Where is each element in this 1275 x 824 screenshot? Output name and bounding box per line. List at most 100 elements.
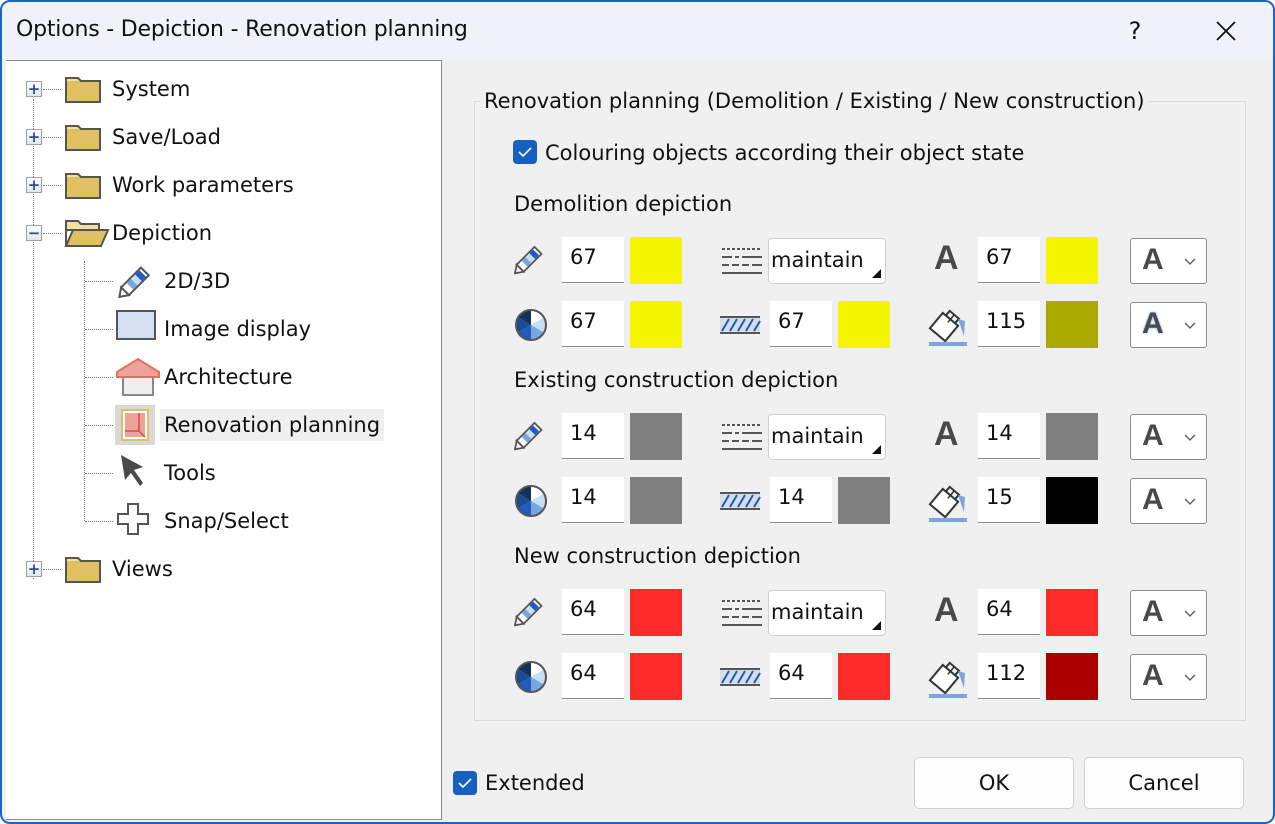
chevron-down-icon [1183, 667, 1197, 686]
cancel-button[interactable]: Cancel [1084, 757, 1244, 809]
font-style-dropdown[interactable]: A [1130, 302, 1207, 348]
font-dropdown[interactable]: A [1130, 238, 1207, 284]
tree-connector [43, 137, 61, 138]
chevron-down-icon [1184, 610, 1196, 617]
extended-checkbox-label[interactable]: Extended [485, 771, 585, 795]
fill-color-swatch[interactable] [1046, 653, 1098, 700]
font-style-dropdown[interactable]: A [1130, 654, 1207, 700]
fill-color-swatch[interactable] [1046, 477, 1098, 524]
hatch-color-swatch[interactable] [838, 477, 890, 524]
line-type-icon [720, 597, 764, 633]
hatch-icon [719, 667, 761, 691]
hatch-icon [719, 315, 761, 339]
expand-icon[interactable]: + [26, 81, 42, 97]
pen-weight-number-field[interactable]: 64 [562, 653, 624, 699]
hatch-color-swatch[interactable] [838, 301, 890, 348]
pen-weight-number-field[interactable]: 14 [562, 477, 624, 523]
text-color-swatch[interactable] [1046, 589, 1098, 636]
title-bar: Options - Depiction - Renovation plannin… [2, 2, 1273, 60]
tree-item-2d-3d[interactable]: 2D/3D [160, 261, 234, 301]
line-type-combo[interactable]: maintain [768, 238, 886, 284]
tree-item-label: Renovation planning [160, 409, 385, 441]
font-glyph-icon: A [1142, 419, 1164, 452]
expand-icon[interactable]: + [26, 177, 42, 193]
chevron-down-icon [1184, 322, 1196, 329]
tree-item-label: Views [112, 557, 173, 581]
pen-number-field[interactable]: 14 [562, 413, 624, 459]
fill-number-field[interactable]: 112 [978, 653, 1040, 699]
line-type-icon [720, 421, 764, 457]
hatch-color-swatch[interactable] [838, 653, 890, 700]
pen-color-swatch[interactable] [630, 589, 682, 636]
pen-number-field[interactable]: 67 [562, 237, 624, 283]
chevron-down-icon [1183, 315, 1197, 334]
tree-item-depiction[interactable]: Depiction [108, 213, 216, 253]
tree-item-label: Depiction [112, 221, 213, 245]
chevron-down-icon [1183, 427, 1197, 446]
options-tree[interactable]: + System + Save/Load + Work parameters − Depict… [6, 60, 442, 820]
pen-color-swatch[interactable] [630, 413, 682, 460]
renovation-icon [115, 405, 155, 449]
chevron-down-icon [1184, 434, 1196, 441]
text-color-swatch[interactable] [1046, 237, 1098, 284]
check-icon [518, 147, 532, 158]
tree-item-label: Image display [164, 317, 312, 341]
tree-item-views[interactable]: Views [108, 549, 177, 589]
tree-item-renovation-planning[interactable]: Renovation planning [160, 405, 385, 445]
font-style-dropdown[interactable]: A [1130, 478, 1207, 524]
pen-number-field[interactable]: 64 [562, 589, 624, 635]
tree-item-architecture[interactable]: Architecture [160, 357, 297, 397]
font-dropdown[interactable]: A [1130, 414, 1207, 460]
pen-color-swatch[interactable] [630, 237, 682, 284]
tree-item-work-parameters[interactable]: Work parameters [108, 165, 298, 205]
pen-weight-color-swatch[interactable] [630, 653, 682, 700]
tree-connector [33, 99, 34, 579]
text-color-swatch[interactable] [1046, 413, 1098, 460]
folder-icon [64, 74, 102, 108]
pen-weight-color-swatch[interactable] [630, 477, 682, 524]
ok-button[interactable]: OK [914, 757, 1074, 809]
section-title: Demolition depiction [514, 192, 733, 216]
fill-color-swatch[interactable] [1046, 301, 1098, 348]
hatch-number-field[interactable]: 14 [770, 477, 832, 523]
hatch-number-field[interactable]: 64 [770, 653, 832, 699]
tree-item-label: Snap/Select [164, 509, 289, 533]
extended-checkbox[interactable] [453, 771, 477, 795]
line-type-value: maintain [771, 424, 864, 448]
text-number-field[interactable]: 64 [978, 589, 1040, 635]
text-number-field[interactable]: 67 [978, 237, 1040, 283]
fill-number-field[interactable]: 115 [978, 301, 1040, 347]
line-type-combo[interactable]: maintain [768, 414, 886, 460]
help-button[interactable]: ? [1115, 14, 1155, 48]
tree-connector [84, 261, 85, 521]
crosshair-plus-icon [115, 501, 151, 541]
expand-icon[interactable]: + [26, 129, 42, 145]
tree-item-label: Tools [164, 461, 216, 485]
text-number-field[interactable]: 14 [978, 413, 1040, 459]
house-icon [115, 357, 161, 401]
colouring-checkbox[interactable] [513, 140, 537, 164]
tree-connector [43, 233, 61, 234]
colouring-checkbox-label[interactable]: Colouring objects according their object… [545, 141, 1024, 165]
line-type-combo[interactable]: maintain [768, 590, 886, 636]
font-dropdown[interactable]: A [1130, 590, 1207, 636]
text-icon: A [934, 415, 959, 453]
pen-weight-color-swatch[interactable] [630, 301, 682, 348]
expand-icon[interactable]: + [26, 561, 42, 577]
tree-item-save-load[interactable]: Save/Load [108, 117, 225, 157]
fill-number-field[interactable]: 15 [978, 477, 1040, 523]
close-icon [1216, 21, 1236, 41]
text-icon: A [934, 591, 959, 629]
pen-weight-pie-icon [514, 308, 548, 346]
collapse-icon[interactable]: − [26, 225, 42, 241]
tree-item-system[interactable]: System [108, 69, 194, 109]
chevron-down-icon [1183, 251, 1197, 270]
tree-item-snap-select[interactable]: Snap/Select [160, 501, 293, 541]
tree-item-tools[interactable]: Tools [160, 453, 220, 493]
tree-item-image-display[interactable]: Image display [160, 309, 315, 349]
hatch-number-field[interactable]: 67 [770, 301, 832, 347]
pencil-icon [115, 261, 157, 305]
pen-weight-number-field[interactable]: 67 [562, 301, 624, 347]
fill-bucket-icon [928, 481, 968, 527]
close-button[interactable] [1206, 14, 1246, 48]
